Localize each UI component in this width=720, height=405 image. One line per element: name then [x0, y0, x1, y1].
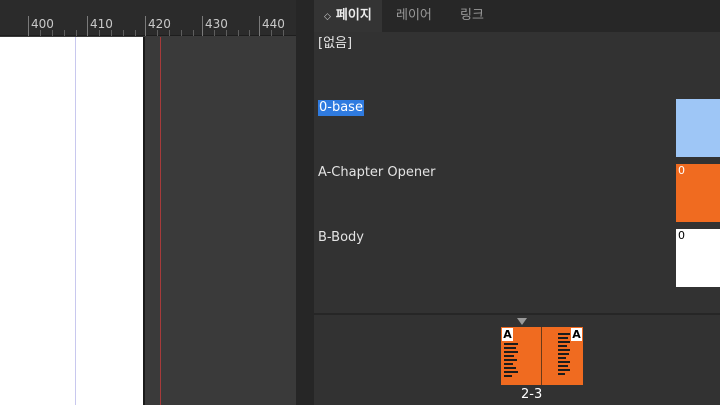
ruler-tick — [259, 16, 260, 36]
ruler-tick — [145, 16, 146, 36]
page-text-block — [558, 333, 570, 377]
ruler-tick — [202, 16, 203, 36]
ruler-tick — [76, 30, 77, 36]
ruler-tick — [28, 16, 29, 36]
ruler-label: 410 — [90, 17, 113, 31]
ruler-tick — [181, 30, 182, 36]
panel-divider[interactable] — [314, 313, 720, 315]
master-b-body-label[interactable]: B-Body — [318, 230, 364, 246]
tab-label: 레이어 — [396, 8, 432, 23]
ruler-tick — [238, 30, 239, 36]
master-prefix: 0 — [678, 164, 685, 177]
master-prefix: 0 — [678, 229, 685, 242]
spread-page-numbers: 2-3 — [521, 387, 543, 402]
tab-links[interactable]: 링크 — [450, 0, 494, 32]
horizontal-ruler[interactable]: 400 410 420 430 440 — [0, 0, 296, 36]
tab-label: 링크 — [460, 8, 484, 23]
ruler-label: 440 — [262, 17, 285, 31]
page-text-block — [504, 343, 518, 379]
ruler-tick — [87, 16, 88, 36]
ruler-tick — [64, 30, 65, 36]
spread-spine — [541, 327, 542, 385]
document-page[interactable] — [0, 37, 143, 405]
document-canvas[interactable]: 400 410 420 430 440 — [0, 0, 296, 405]
current-spread-indicator-icon — [517, 318, 527, 325]
right-page-master-letter: A — [571, 328, 582, 341]
master-0-base-thumbnail[interactable] — [676, 99, 720, 157]
ruler-tick — [193, 30, 194, 36]
panel-tab-bar: ◇ 페이지 레이어 링크 — [314, 0, 720, 32]
master-a-chapter-opener-label[interactable]: A-Chapter Opener — [318, 165, 435, 181]
pages-panel: ◇ 페이지 레이어 링크 [없음] 0-base A-Chapter Opener… — [314, 0, 720, 405]
tab-label: 페이지 — [335, 8, 372, 23]
tab-layers[interactable]: 레이어 — [386, 0, 442, 32]
ruler-tick — [249, 30, 250, 36]
master-b-body-thumbnail[interactable]: 0 — [676, 229, 720, 287]
collapse-toggle-icon[interactable]: ◇ — [324, 12, 331, 22]
ruler-label: 420 — [148, 17, 171, 31]
margin-guide — [75, 37, 76, 405]
master-none[interactable]: [없음] — [318, 36, 352, 52]
panel-splitter[interactable] — [296, 0, 314, 405]
ruler-label: 430 — [205, 17, 228, 31]
master-0-base-label[interactable]: 0-base — [318, 100, 364, 116]
tab-pages[interactable]: ◇ 페이지 — [314, 0, 382, 32]
left-page-master-letter: A — [502, 328, 513, 341]
ruler-tick — [135, 30, 136, 36]
page-spread-thumbnail[interactable]: A A — [501, 327, 583, 385]
bleed-guide — [160, 37, 161, 405]
master-a-chapter-opener-thumbnail[interactable]: 0 — [676, 164, 720, 222]
ruler-tick — [123, 30, 124, 36]
ruler-label: 400 — [31, 17, 54, 31]
page-edge — [143, 37, 145, 405]
